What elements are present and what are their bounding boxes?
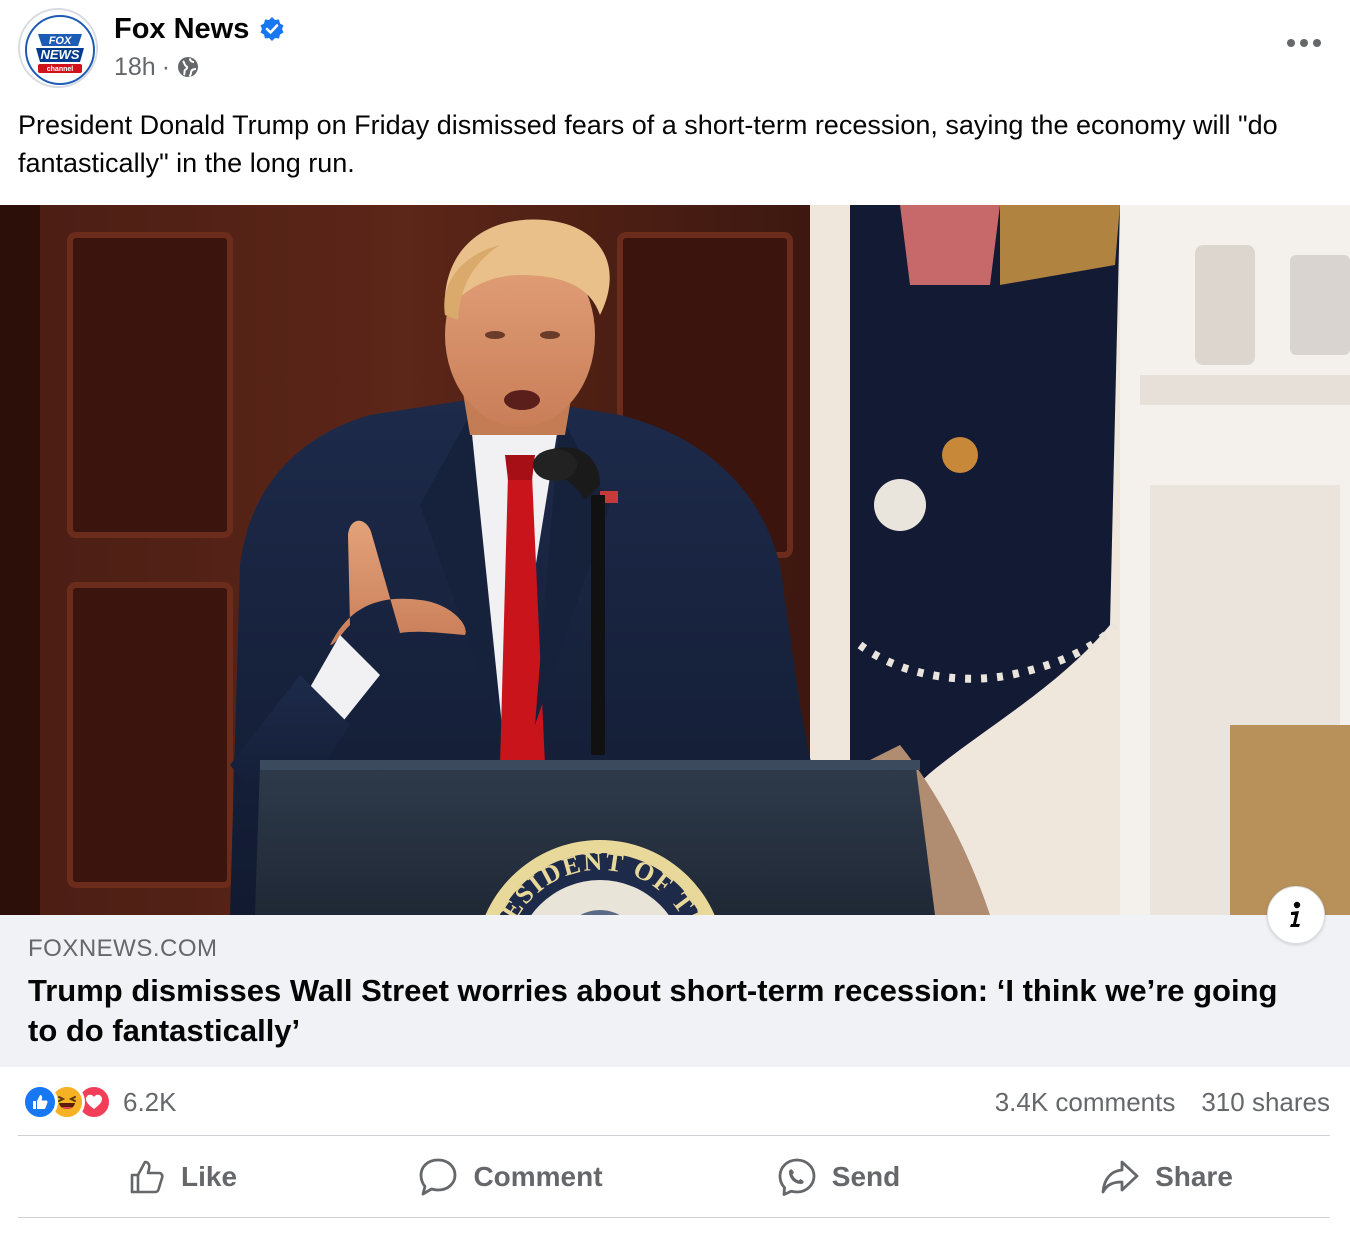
page-name[interactable]: Fox News (114, 13, 249, 46)
actions-divider (18, 1217, 1330, 1218)
send-label: Send (831, 1161, 901, 1192)
link-headline[interactable]: Trump dismisses Wall Street worries abou… (28, 971, 1308, 1051)
avatar-line1: FOX (49, 35, 72, 47)
page-avatar[interactable]: FOX NEWS channel (18, 8, 98, 88)
like-reaction-icon (22, 1084, 58, 1120)
post-header: FOX NEWS channel Fox News 18h · (0, 0, 1350, 100)
more-options-icon[interactable] (1282, 28, 1326, 58)
info-icon[interactable] (1267, 886, 1325, 944)
post-meta: 18h · (114, 52, 200, 82)
fox-news-logo: FOX NEWS channel (22, 12, 96, 86)
more-dot (1287, 39, 1295, 47)
hero-illustration: PRESIDENT OF THE UNITED (0, 205, 1350, 915)
reaction-summary[interactable]: 6.2K (22, 1084, 177, 1120)
share-button[interactable]: Share (1002, 1138, 1330, 1216)
comments-count[interactable]: 3.4K comments (995, 1087, 1176, 1118)
more-dot (1300, 39, 1308, 47)
engagement-counts: 3.4K comments 310 shares (995, 1084, 1330, 1120)
like-button[interactable]: Like (18, 1138, 346, 1216)
messenger-icon (778, 1158, 816, 1196)
avatar-line3: channel (47, 66, 74, 73)
comment-label: Comment (473, 1161, 603, 1192)
page-name-row: Fox News (114, 12, 285, 46)
comment-bubble-icon (420, 1158, 457, 1196)
send-button[interactable]: Send (674, 1138, 1002, 1216)
like-label: Like (180, 1161, 238, 1192)
link-card[interactable]: FOXNEWS.COM Trump dismisses Wall Street … (0, 886, 1350, 1067)
link-domain: FOXNEWS.COM (28, 935, 218, 962)
globe-icon (176, 55, 200, 79)
shares-count[interactable]: 310 shares (1201, 1087, 1330, 1118)
more-dot (1313, 39, 1321, 47)
stats-divider (18, 1135, 1330, 1136)
verified-badge-icon (259, 16, 285, 42)
post-actions: Like Comment Send Share (18, 1138, 1330, 1216)
share-arrow-icon (1101, 1160, 1139, 1194)
share-label: Share (1155, 1161, 1233, 1192)
avatar-line2: NEWS (41, 47, 80, 62)
post-stats: 6.2K 3.4K comments 310 shares (18, 1070, 1330, 1134)
link-preview-image[interactable]: PRESIDENT OF THE UNITED (0, 205, 1350, 915)
meta-separator: · (161, 52, 171, 81)
post-time[interactable]: 18h (114, 53, 156, 82)
thumbs-up-icon (130, 1160, 164, 1194)
post-caption: President Donald Trump on Friday dismiss… (18, 110, 1278, 178)
comment-button[interactable]: Comment (346, 1138, 674, 1216)
reaction-count: 6.2K (123, 1086, 177, 1117)
